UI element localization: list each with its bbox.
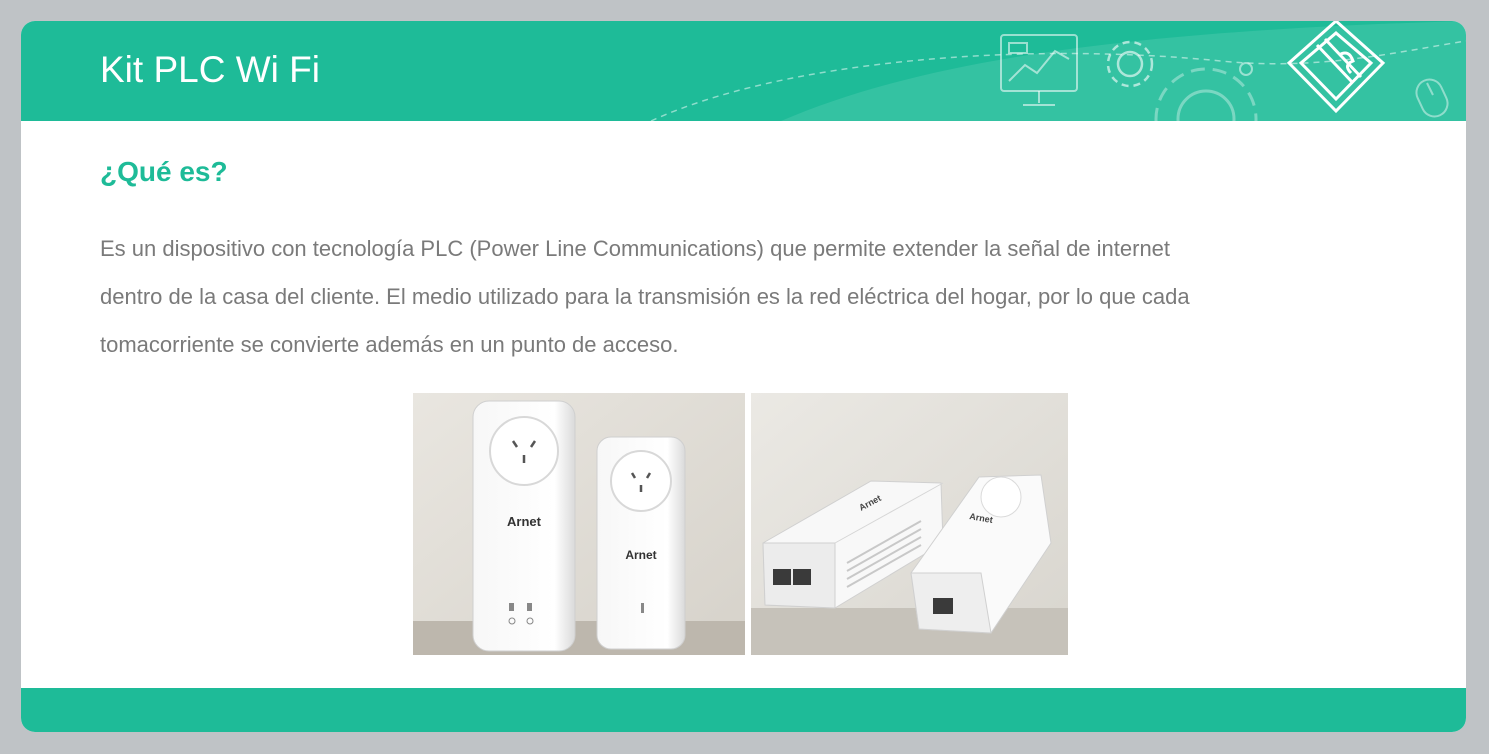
product-photo-angled: Arnet Arnet	[751, 393, 1068, 655]
description-paragraph: Es un dispositivo con tecnología PLC (Po…	[100, 225, 1350, 369]
brand-logo: Arnet	[507, 514, 542, 529]
product-photo-front: Arnet Arnet	[413, 393, 745, 655]
header-banner: Kit PLC Wi Fi	[21, 21, 1466, 121]
section-heading: ¿Qué es?	[100, 156, 228, 187]
page-title: Kit PLC Wi Fi	[100, 49, 320, 90]
description-line: tomacorriente se convierte además en un …	[100, 332, 679, 357]
brand-logo: Arnet	[625, 548, 656, 562]
slide-card: Kit PLC Wi Fi ¿Qué es? Es un dispositivo…	[21, 21, 1466, 732]
description-line: dentro de la casa del cliente. El medio …	[100, 284, 1190, 309]
description-line: Es un dispositivo con tecnología PLC (Po…	[100, 236, 1171, 261]
footer-bar	[21, 688, 1466, 732]
